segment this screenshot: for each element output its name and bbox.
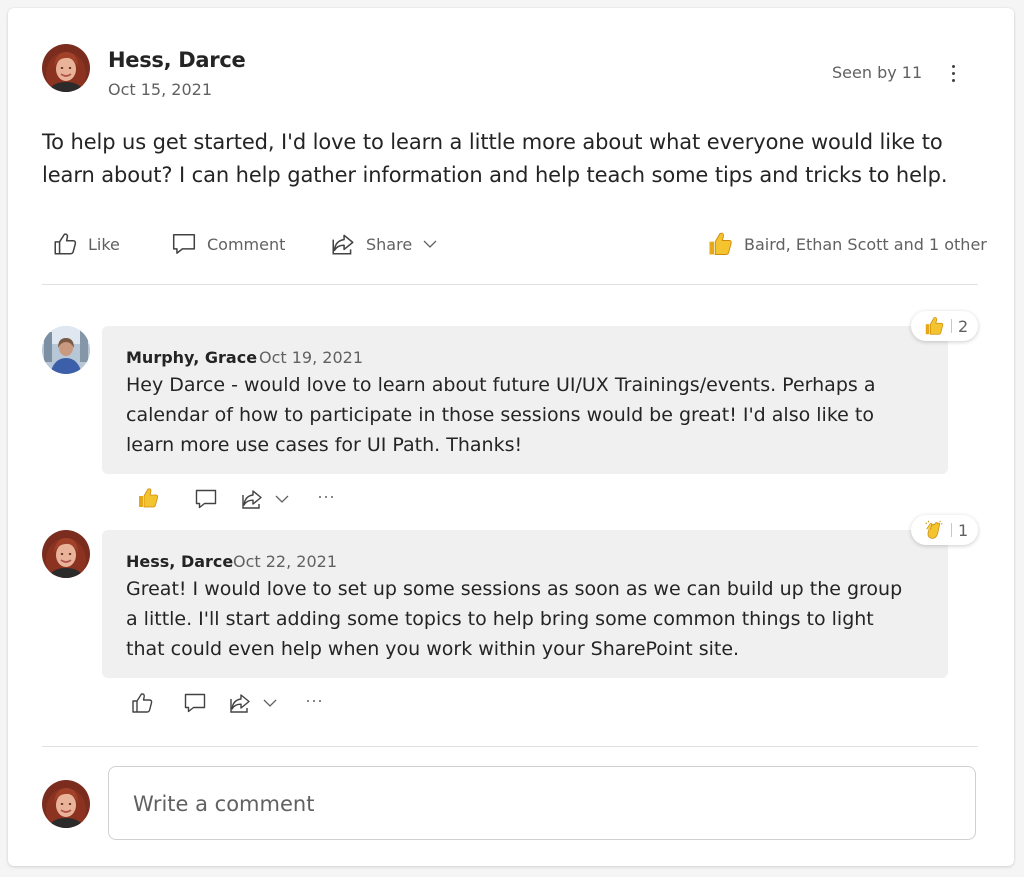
comment-date: Oct 22, 2021 bbox=[233, 552, 337, 571]
share-label: Share bbox=[366, 234, 413, 254]
divider bbox=[42, 284, 978, 285]
comment-like-button[interactable] bbox=[130, 691, 154, 715]
comment-share-button[interactable] bbox=[228, 691, 278, 715]
comment-text: Great! I would love to set up some sessi… bbox=[126, 578, 903, 660]
thumbs-up-reaction-icon bbox=[706, 230, 734, 258]
comment-bubble: Murphy, Grace Oct 19, 2021 Hey Darce - w… bbox=[102, 326, 948, 474]
comment-more-icon[interactable] bbox=[307, 700, 321, 702]
comment-author-name[interactable]: Hess, Darce bbox=[126, 552, 233, 571]
current-user-avatar bbox=[42, 780, 90, 828]
share-icon bbox=[228, 691, 252, 715]
comment-input[interactable] bbox=[133, 789, 953, 819]
comment-reply-button[interactable] bbox=[183, 691, 207, 715]
comment-icon bbox=[194, 487, 218, 511]
chevron-down-icon bbox=[262, 695, 278, 711]
thumbs-up-icon bbox=[136, 486, 160, 510]
share-button[interactable]: Share bbox=[330, 226, 438, 262]
comment-reaction-pill[interactable]: 1 bbox=[911, 515, 979, 545]
comment-reaction-pill[interactable]: 2 bbox=[911, 311, 979, 341]
post-card: Hess, Darce Oct 15, 2021 Seen by 11 To h… bbox=[8, 8, 1014, 866]
commenter-avatar[interactable] bbox=[42, 326, 90, 374]
post-body: To help us get started, I'd love to lear… bbox=[42, 130, 948, 187]
comment-icon bbox=[171, 231, 197, 257]
comment-text: Hey Darce - would love to learn about fu… bbox=[126, 374, 876, 456]
clapping-hands-icon bbox=[923, 519, 945, 541]
author-avatar[interactable] bbox=[42, 44, 90, 92]
post-date: Oct 15, 2021 bbox=[108, 80, 212, 99]
comment-label: Comment bbox=[207, 234, 286, 254]
reaction-count: 1 bbox=[958, 520, 969, 540]
commenter-avatar[interactable] bbox=[42, 530, 90, 578]
like-icon bbox=[130, 691, 154, 715]
thumbs-up-icon bbox=[923, 315, 945, 337]
divider bbox=[42, 746, 978, 747]
comment-bubble: Hess, Darce Oct 22, 2021 Great! I would … bbox=[102, 530, 948, 678]
comment-button[interactable]: Comment bbox=[171, 226, 285, 262]
share-icon bbox=[240, 487, 264, 511]
share-icon bbox=[330, 231, 356, 257]
post-author-name[interactable]: Hess, Darce bbox=[108, 48, 246, 72]
more-options-icon[interactable] bbox=[942, 58, 964, 88]
like-button[interactable]: Like bbox=[52, 226, 120, 262]
like-icon bbox=[52, 231, 78, 257]
post-reactors[interactable]: Baird, Ethan Scott and 1 other bbox=[706, 226, 987, 262]
reaction-count: 2 bbox=[958, 316, 969, 336]
comment-like-button[interactable] bbox=[136, 486, 160, 510]
chevron-down-icon bbox=[422, 236, 438, 252]
seen-by-count[interactable]: Seen by 11 bbox=[832, 63, 922, 82]
comment-date: Oct 19, 2021 bbox=[259, 348, 363, 367]
like-label: Like bbox=[88, 234, 120, 254]
comment-more-icon[interactable] bbox=[319, 496, 333, 498]
comment-share-button[interactable] bbox=[240, 487, 290, 511]
chevron-down-icon bbox=[274, 491, 290, 507]
reactors-label: Baird, Ethan Scott and 1 other bbox=[744, 234, 987, 254]
comment-reply-button[interactable] bbox=[194, 487, 218, 511]
comment-icon bbox=[183, 691, 207, 715]
comment-author-name[interactable]: Murphy, Grace bbox=[126, 348, 257, 367]
comment-composer[interactable] bbox=[108, 766, 976, 840]
